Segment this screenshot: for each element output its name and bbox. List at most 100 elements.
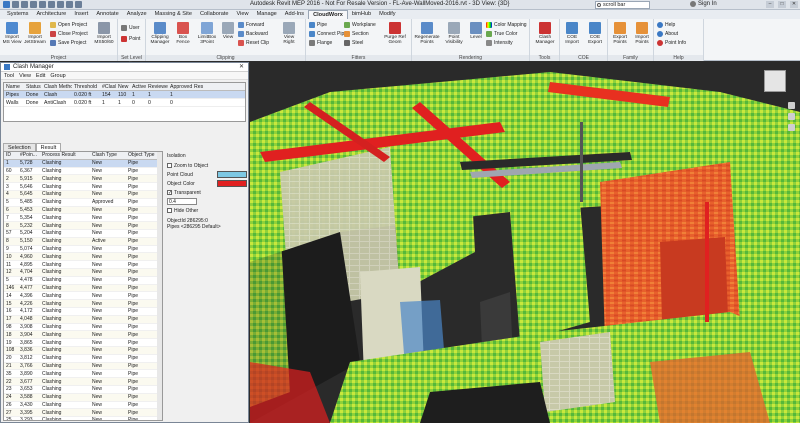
- close-icon[interactable]: ✕: [238, 64, 245, 71]
- coe-import-button[interactable]: COE Import: [561, 22, 583, 45]
- coe-export-button[interactable]: COE Export: [584, 22, 606, 45]
- tab-addins[interactable]: Add-Ins: [281, 10, 308, 19]
- connect-pipe-button[interactable]: Connect Pipe: [309, 31, 347, 37]
- clash-result-row[interactable]: 11 4,895 Clashing New Pipe: [4, 261, 162, 269]
- reset-clip-button[interactable]: Reset Clip: [238, 40, 269, 46]
- clash-test-row[interactable]: Walls Done AntiClash 0.020 ft 1 1 0 0 0: [4, 99, 245, 107]
- steel-button[interactable]: Steel: [344, 40, 363, 46]
- zoom-checkbox[interactable]: [167, 163, 172, 168]
- point-cloud-color-swatch[interactable]: [217, 171, 247, 178]
- clash-result-row[interactable]: 98 3,908 Clashing New Pipe: [4, 324, 162, 332]
- redo-icon[interactable]: [39, 1, 46, 8]
- results-column-header[interactable]: Process Result: [40, 152, 90, 158]
- tests-column-header[interactable]: Name: [4, 84, 24, 90]
- clash-result-row[interactable]: 23 3,653 Clashing New Pipe: [4, 386, 162, 394]
- 3d-viewport[interactable]: [250, 62, 800, 423]
- print-icon[interactable]: [48, 1, 55, 8]
- clash-result-row[interactable]: 20 3,812 Clashing New Pipe: [4, 355, 162, 363]
- clash-result-row[interactable]: 1 5,728 Clashing New Pipe: [4, 159, 162, 168]
- clash-result-row[interactable]: 25 3,293 Clashing New Pipe: [4, 417, 162, 420]
- tab-insert[interactable]: Insert: [70, 10, 92, 19]
- clash-result-row[interactable]: 18 3,904 Clashing New Pipe: [4, 331, 162, 340]
- about-button[interactable]: About: [657, 31, 678, 37]
- workplane-button[interactable]: Workplane: [344, 22, 376, 28]
- tab-collaborate[interactable]: Collaborate: [196, 10, 233, 19]
- menu-edit[interactable]: Edit: [36, 73, 45, 79]
- clash-result-row[interactable]: 22 3,677 Clashing New Pipe: [4, 378, 162, 386]
- box-fence-button[interactable]: Box Fence: [173, 22, 193, 45]
- pipe-button[interactable]: Pipe: [309, 22, 327, 28]
- clash-result-row[interactable]: 26 3,430 Clashing New Pipe: [4, 402, 162, 410]
- transparent-option[interactable]: ✓ Transparent: [167, 188, 247, 197]
- clash-result-row[interactable]: 19 3,865 Clashing New Pipe: [4, 339, 162, 347]
- regenerate-points-button[interactable]: Regenerate Points: [414, 22, 440, 45]
- clash-result-row[interactable]: 146 4,477 Clashing New Pipe: [4, 284, 162, 293]
- point-info-button[interactable]: Point Info: [657, 40, 686, 46]
- clash-result-row[interactable]: 8 5,232 Clashing New Pipe: [4, 222, 162, 230]
- steering-wheel-icon[interactable]: [787, 102, 795, 109]
- close-button[interactable]: ✕: [790, 1, 798, 8]
- clash-result-row[interactable]: 15 4,226 Clashing New Pipe: [4, 300, 162, 308]
- sign-in-button[interactable]: Sign In: [690, 1, 717, 7]
- tests-column-header[interactable]: Status: [24, 84, 42, 90]
- backward-button[interactable]: Backward: [238, 31, 268, 37]
- clash-result-row[interactable]: 16 4,172 Clashing New Pipe: [4, 308, 162, 316]
- purge-ref-geom-button[interactable]: Purge Ref Geom: [382, 22, 408, 45]
- clash-result-row[interactable]: 8 5,150 Clashing Active Pipe: [4, 237, 162, 246]
- clash-result-row[interactable]: 14 4,396 Clashing New Pipe: [4, 292, 162, 301]
- limitbox-button[interactable]: LimitBox 3Point: [195, 22, 219, 45]
- clash-result-row[interactable]: 3 5,646 Clashing New Pipe: [4, 183, 162, 191]
- maximize-button[interactable]: □: [778, 1, 786, 8]
- tab-architecture[interactable]: Architecture: [32, 10, 70, 19]
- view-right-button[interactable]: View Right: [278, 22, 300, 45]
- open-project-button[interactable]: Open Project: [50, 22, 87, 28]
- clash-result-row[interactable]: 35 3,890 Clashing New Pipe: [4, 370, 162, 379]
- clash-result-row[interactable]: 60 6,367 Clashing New Pipe: [4, 168, 162, 176]
- clash-result-row[interactable]: 7 5,354 Clashing New Pipe: [4, 214, 162, 223]
- export-points-button[interactable]: Export Points: [609, 22, 631, 45]
- zoom-icon[interactable]: [787, 113, 795, 120]
- tests-column-header[interactable]: Threshold: [72, 84, 100, 90]
- tests-column-header[interactable]: #Clash: [100, 84, 116, 90]
- intensity-button[interactable]: Intensity: [486, 40, 513, 46]
- tests-column-header[interactable]: Clash Method: [42, 84, 72, 90]
- tests-column-header[interactable]: Active: [130, 84, 146, 90]
- tab-selection[interactable]: Selection: [3, 143, 36, 151]
- menu-view[interactable]: View: [19, 73, 31, 79]
- tab-bimhub[interactable]: bimHub: [348, 10, 375, 19]
- minimize-button[interactable]: –: [766, 1, 774, 8]
- tab-massing[interactable]: Massing & Site: [151, 10, 196, 19]
- point-level-button[interactable]: Point: [121, 36, 140, 42]
- menu-group[interactable]: Group: [50, 73, 65, 79]
- measure-icon[interactable]: [57, 1, 64, 8]
- hide-other-checkbox[interactable]: [167, 208, 172, 213]
- import-points-button[interactable]: Import Points: [631, 22, 653, 45]
- clash-result-row[interactable]: 5 4,478 Clashing New Pipe: [4, 277, 162, 285]
- import-ms50-button[interactable]: Import MS50/60: [92, 22, 116, 45]
- text-icon[interactable]: [66, 1, 73, 8]
- help-button[interactable]: Help: [657, 22, 675, 28]
- flange-button[interactable]: Flange: [309, 40, 332, 46]
- clash-result-row[interactable]: 5 5,485 Clashing Approved Pipe: [4, 199, 162, 207]
- tests-column-header[interactable]: Approved: [168, 84, 192, 90]
- results-scrollbar[interactable]: [157, 152, 162, 420]
- clash-result-row[interactable]: 2 5,915 Clashing New Pipe: [4, 175, 162, 184]
- results-column-header[interactable]: #Poin...: [18, 152, 40, 158]
- pan-icon[interactable]: [787, 124, 795, 131]
- clash-result-row[interactable]: 10 4,960 Clashing New Pipe: [4, 253, 162, 262]
- tab-analyze[interactable]: Analyze: [123, 10, 151, 19]
- tab-modify[interactable]: Modify: [375, 10, 399, 19]
- close-project-button[interactable]: Close Project: [50, 31, 88, 37]
- clash-result-row[interactable]: 27 3,395 Clashing New Pipe: [4, 409, 162, 418]
- search-input[interactable]: scroll bar: [595, 1, 650, 9]
- view-clip-button[interactable]: View: [221, 22, 235, 40]
- import-jetstream-button[interactable]: Import JetStream: [24, 22, 46, 45]
- clash-result-row[interactable]: 4 5,645 Clashing New Pipe: [4, 190, 162, 199]
- level-button[interactable]: Level: [468, 22, 484, 40]
- import-ms-view-button[interactable]: Import MS View: [2, 22, 22, 45]
- clipping-manager-button[interactable]: Clipping Manager: [148, 22, 172, 45]
- tab-result[interactable]: Result: [35, 143, 62, 151]
- results-column-header[interactable]: Clash Type: [90, 152, 126, 158]
- menu-tool[interactable]: Tool: [4, 73, 14, 79]
- view-cube[interactable]: [764, 70, 786, 92]
